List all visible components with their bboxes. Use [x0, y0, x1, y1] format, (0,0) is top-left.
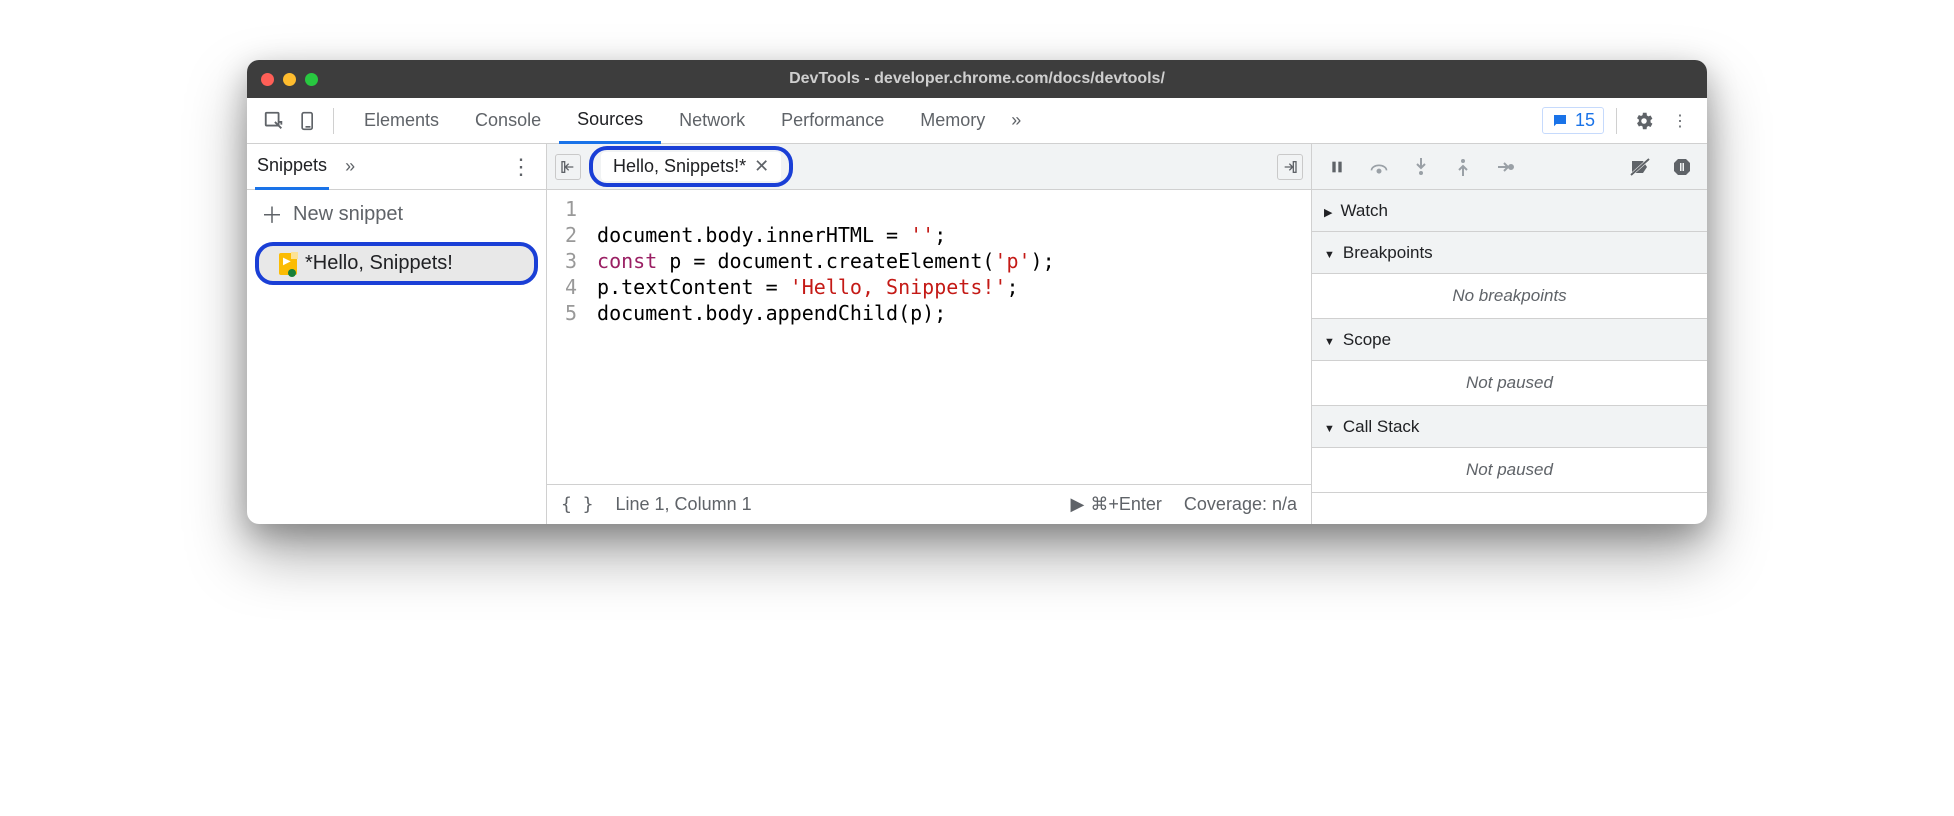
- tab-performance[interactable]: Performance: [763, 98, 902, 144]
- cursor-position: Line 1, Column 1: [616, 494, 752, 515]
- run-snippet-button[interactable]: ▶ ⌘+Enter: [1071, 494, 1162, 515]
- close-window-button[interactable]: [261, 73, 274, 86]
- coverage-status: Coverage: n/a: [1184, 494, 1297, 515]
- tab-elements[interactable]: Elements: [346, 98, 457, 144]
- snippet-item-label: *Hello, Snippets!: [305, 252, 453, 275]
- debugger-panel-header-watch[interactable]: Watch: [1312, 190, 1707, 232]
- devtools-toolbar: Elements Console Sources Network Perform…: [247, 98, 1707, 144]
- code-editor[interactable]: 12345 document.body.innerHTML = '';const…: [547, 190, 1311, 484]
- panel-tabs: Elements Console Sources Network Perform…: [346, 98, 1542, 144]
- panel-title: Breakpoints: [1343, 243, 1433, 263]
- file-tab[interactable]: Hello, Snippets!* ✕: [601, 152, 781, 181]
- inspect-element-icon[interactable]: [259, 106, 289, 136]
- debugger-panel-header-breakpoints[interactable]: Breakpoints: [1312, 232, 1707, 274]
- editor-pane: Hello, Snippets!* ✕ 12345 document.body.…: [547, 144, 1312, 524]
- minimize-window-button[interactable]: [283, 73, 296, 86]
- more-tabs-icon[interactable]: »: [1003, 110, 1029, 131]
- panel-body: No breakpoints: [1312, 274, 1707, 319]
- devtools-window: DevTools - developer.chrome.com/docs/dev…: [247, 60, 1707, 524]
- panel-title: Scope: [1343, 330, 1391, 350]
- code-area[interactable]: document.body.innerHTML = '';const p = d…: [589, 190, 1063, 484]
- tab-sources[interactable]: Sources: [559, 98, 661, 144]
- disclosure-triangle-icon: [1324, 417, 1335, 437]
- panel-title: Watch: [1340, 201, 1388, 221]
- editor-statusbar: { } Line 1, Column 1 ▶ ⌘+Enter Coverage:…: [547, 484, 1311, 524]
- navigator-menu-icon[interactable]: ⋮: [504, 154, 538, 180]
- nav-forward-button[interactable]: [1277, 154, 1303, 180]
- new-snippet-label: New snippet: [293, 203, 403, 226]
- window-titlebar: DevTools - developer.chrome.com/docs/dev…: [247, 60, 1707, 98]
- settings-icon[interactable]: [1629, 106, 1659, 136]
- disclosure-triangle-icon: [1324, 243, 1335, 263]
- panel-body: Not paused: [1312, 361, 1707, 406]
- plus-icon: ＋: [261, 198, 283, 230]
- debugger-panel-header-call-stack[interactable]: Call Stack: [1312, 406, 1707, 448]
- step-over-icon[interactable]: [1364, 152, 1394, 182]
- line-gutter: 12345: [547, 190, 589, 484]
- debugger-pane: Watch Breakpoints No breakpoints Scope Not p…: [1312, 144, 1707, 524]
- navigator-more-tabs-icon[interactable]: »: [337, 156, 363, 177]
- new-snippet-button[interactable]: ＋ New snippet: [247, 190, 546, 238]
- file-tab-label: Hello, Snippets!*: [613, 156, 746, 177]
- separator: [333, 108, 334, 134]
- disclosure-triangle-icon: [1324, 330, 1335, 350]
- kebab-menu-icon[interactable]: ⋮: [1665, 106, 1695, 136]
- panel-title: Call Stack: [1343, 417, 1420, 437]
- device-toolbar-icon[interactable]: [293, 106, 323, 136]
- tab-network[interactable]: Network: [661, 98, 763, 144]
- tab-memory[interactable]: Memory: [902, 98, 1003, 144]
- close-tab-icon[interactable]: ✕: [754, 156, 769, 177]
- navigator-tab-snippets[interactable]: Snippets: [255, 144, 329, 190]
- deactivate-breakpoints-icon[interactable]: [1625, 152, 1655, 182]
- issues-count: 15: [1575, 110, 1595, 131]
- debugger-panel-header-scope[interactable]: Scope: [1312, 319, 1707, 361]
- sources-panel: Snippets » ⋮ ＋ New snippet *Hello, Snipp…: [247, 144, 1707, 524]
- pause-icon[interactable]: [1322, 152, 1352, 182]
- panel-body: Not paused: [1312, 448, 1707, 493]
- issues-badge[interactable]: 15: [1542, 107, 1604, 134]
- annotation-highlight: Hello, Snippets!* ✕: [589, 146, 793, 187]
- pause-on-exceptions-icon[interactable]: [1667, 152, 1697, 182]
- window-title: DevTools - developer.chrome.com/docs/dev…: [789, 70, 1165, 88]
- window-controls: [261, 73, 318, 86]
- snippet-item[interactable]: *Hello, Snippets!: [255, 242, 538, 285]
- tab-console[interactable]: Console: [457, 98, 559, 144]
- navigator-pane: Snippets » ⋮ ＋ New snippet *Hello, Snipp…: [247, 144, 547, 524]
- pretty-print-icon[interactable]: { }: [561, 494, 594, 515]
- unsaved-indicator-icon: [288, 269, 296, 277]
- nav-back-button[interactable]: [555, 154, 581, 180]
- step-into-icon[interactable]: [1406, 152, 1436, 182]
- disclosure-triangle-icon: [1324, 201, 1332, 221]
- step-out-icon[interactable]: [1448, 152, 1478, 182]
- step-icon[interactable]: [1490, 152, 1520, 182]
- maximize-window-button[interactable]: [305, 73, 318, 86]
- separator: [1616, 108, 1617, 134]
